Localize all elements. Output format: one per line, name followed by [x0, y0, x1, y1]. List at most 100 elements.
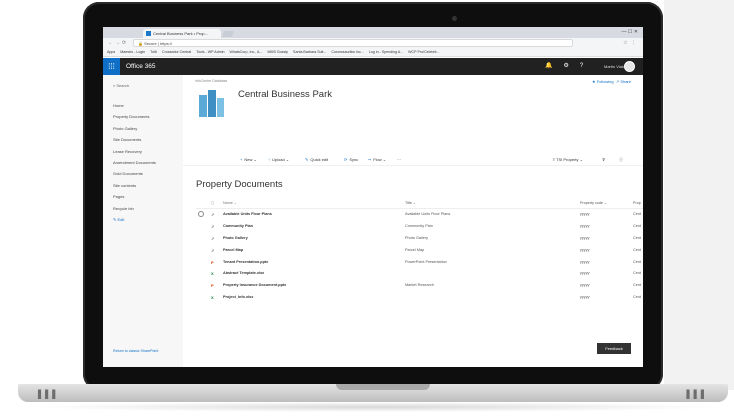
new-button[interactable]: + New ⌄: [240, 155, 257, 165]
nav-item[interactable]: Site Documents: [113, 134, 156, 145]
bookmark-item[interactable]: Crosswise Central: [162, 50, 191, 54]
column-header-name[interactable]: Name ⌄: [223, 198, 373, 208]
table-row[interactable]: ⇗ Photo Gallery Photo Gallery yyyyy Cent: [196, 233, 643, 245]
link-icon: ⇗: [211, 212, 215, 217]
return-classic-link[interactable]: Return to classic SharePoint: [113, 349, 158, 353]
flow-button[interactable]: ⤳ Flow ⌄: [368, 155, 386, 165]
site-logo[interactable]: [195, 87, 227, 119]
share-button[interactable]: Share: [620, 79, 631, 84]
avatar[interactable]: [624, 61, 635, 72]
user-name[interactable]: Martin Vlak: [604, 58, 624, 75]
excel-icon: X: [211, 295, 214, 301]
info-icon[interactable]: ⓘ: [619, 155, 623, 165]
bookmark-item[interactable]: Maestro - Login: [120, 50, 145, 54]
property-value: Cent: [633, 295, 642, 300]
table-row[interactable]: X Abstract Template.xlsx yyyyy Cent: [196, 268, 643, 280]
nav-list: Home Property Documents Photo Gallery Site …: [113, 100, 156, 225]
bookmark-item[interactable]: Santa Barbara Suit...: [293, 50, 326, 54]
table-row[interactable]: ⇗ Available Units Floor Plans Available Un…: [196, 209, 643, 221]
table-row[interactable]: P Tenant Presentation.pptx PowerPoint Pres…: [196, 257, 643, 269]
more-button[interactable]: ···: [397, 155, 401, 165]
column-header-title[interactable]: Title ⌄: [405, 198, 555, 208]
nav-edit-link[interactable]: ✎ Edit: [113, 214, 156, 225]
feedback-button[interactable]: Feedback: [597, 343, 631, 354]
nav-item[interactable]: Home: [113, 100, 156, 111]
extension-icons[interactable]: ☆ ⋮: [623, 40, 637, 46]
bookmark-item[interactable]: Log in - Spending A...: [369, 50, 403, 54]
laptop-base: ▌▌▌ ▌▌▌: [18, 384, 728, 402]
nav-item[interactable]: Amendment Documents: [113, 157, 156, 168]
browser-tabbar: Central Business Park • Prop... — ☐ ✕: [103, 27, 643, 38]
file-title: Parcel Map: [405, 247, 425, 252]
view-selector[interactable]: ≡ TSI Property ⌄: [553, 155, 583, 165]
nav-item[interactable]: Property Documents: [113, 111, 156, 122]
property-value: Cent: [633, 271, 642, 276]
nav-item[interactable]: Pages: [113, 191, 156, 202]
left-vent: ▌▌▌: [38, 390, 60, 399]
address-bar[interactable]: 🔒 Secure | https://: [133, 39, 573, 47]
browser-tab[interactable]: Central Business Park • Prop...: [143, 29, 221, 38]
file-name[interactable]: Tenant Presentation.pptx: [223, 257, 373, 269]
nav-item[interactable]: Photo Gallery: [113, 123, 156, 134]
property-value: Cent: [633, 247, 642, 252]
library-title: Property Documents: [196, 179, 283, 190]
edit-label: Edit: [117, 216, 125, 222]
file-type-header-icon[interactable]: ▢: [211, 198, 221, 208]
nav-item[interactable]: Gold Documents: [113, 168, 156, 179]
follow-button[interactable]: Following: [597, 79, 614, 84]
column-header-property[interactable]: Prop: [633, 198, 643, 208]
quick-edit-label: Quick edit: [310, 157, 329, 162]
office-suite-bar: ⁞⁞⁞ Office 365 🔔 ⚙? Martin Vlak: [103, 58, 643, 75]
bookmark-item[interactable]: WhatsCorp, Inc., A...: [230, 50, 263, 54]
help-icon[interactable]: ?: [580, 63, 583, 69]
file-name[interactable]: Abstract Template.xlsx: [223, 268, 373, 280]
table-row[interactable]: X Project_Info.xlsx yyyyy Cent: [196, 292, 643, 304]
nav-item[interactable]: Recycle bin: [113, 203, 156, 214]
file-name[interactable]: Community Plan: [223, 221, 373, 233]
column-header-property-code[interactable]: Property code ⌄: [580, 198, 630, 208]
file-name[interactable]: Available Units Floor Plans: [223, 209, 373, 221]
new-tab-button[interactable]: [221, 31, 235, 37]
bookmark-item[interactable]: Cosmosaurikw Inc...: [331, 50, 363, 54]
laptop-notch: [336, 384, 430, 390]
nav-item[interactable]: Lease Recovery: [113, 146, 156, 157]
bookmark-item[interactable]: WCP Pro/Celebrit...: [408, 50, 439, 54]
table-row[interactable]: ⇗ Community Plan Community Plan yyyyy Cent: [196, 221, 643, 233]
window-controls[interactable]: — ☐ ✕: [622, 29, 638, 35]
quick-edit-button[interactable]: ✎ Quick edit: [305, 155, 328, 165]
property-code: yyyyy: [580, 235, 590, 240]
table-body: ⇗ Available Units Floor Plans Available Un…: [196, 209, 643, 304]
site-title[interactable]: Central Business Park: [238, 89, 332, 100]
file-name[interactable]: Property Insurance Document.pptx: [223, 280, 373, 292]
bookmark-item[interactable]: Tutti: [150, 50, 157, 54]
filter-icon[interactable]: ⊽: [602, 155, 605, 165]
sync-button[interactable]: ⟳ Sync: [344, 155, 358, 165]
document-table: ▢ Name ⌄ Title ⌄ Property code ⌄ Prop ⇗ A…: [196, 198, 643, 304]
upload-icon: ↑: [268, 157, 270, 162]
table-row[interactable]: P Property Insurance Document.pptx Market …: [196, 280, 643, 292]
bookmark-item[interactable]: Apps: [107, 50, 115, 54]
gear-icon[interactable]: ⚙: [563, 63, 568, 69]
search-box[interactable]: ⌕ Search: [113, 83, 129, 88]
nav-buttons[interactable]: ←→⟳: [108, 40, 128, 46]
row-select-radio[interactable]: [198, 209, 206, 221]
file-name[interactable]: Project_Info.xlsx: [223, 292, 373, 304]
nav-item[interactable]: Site contents: [113, 180, 156, 191]
pencil-icon: ✎: [113, 216, 117, 222]
suite-title[interactable]: Office 365: [126, 58, 156, 75]
radio-icon: [198, 211, 204, 217]
file-title: Photo Gallery: [405, 235, 429, 240]
breadcrumb[interactable]: InfoCenter Database: [195, 79, 227, 83]
table-row[interactable]: ⇗ Parcel Map Parcel Map yyyyy Cent: [196, 245, 643, 257]
plus-icon: +: [240, 157, 243, 162]
bookmark-item[interactable]: MMS Gossip: [267, 50, 288, 54]
waffle-icon[interactable]: ⁞⁞⁞: [103, 58, 120, 75]
link-icon: ⇗: [211, 235, 215, 241]
upload-button[interactable]: ↑ Upload ⌄: [268, 155, 289, 165]
left-navigation: ⌕ Search Home Property Documents Photo Gal…: [103, 75, 183, 367]
property-value: Cent: [633, 283, 642, 288]
bookmark-item[interactable]: Tools - WP Admin: [196, 50, 224, 54]
file-name[interactable]: Parcel Map: [223, 245, 373, 257]
bell-icon[interactable]: 🔔: [545, 63, 552, 69]
file-name[interactable]: Photo Gallery: [223, 233, 373, 245]
